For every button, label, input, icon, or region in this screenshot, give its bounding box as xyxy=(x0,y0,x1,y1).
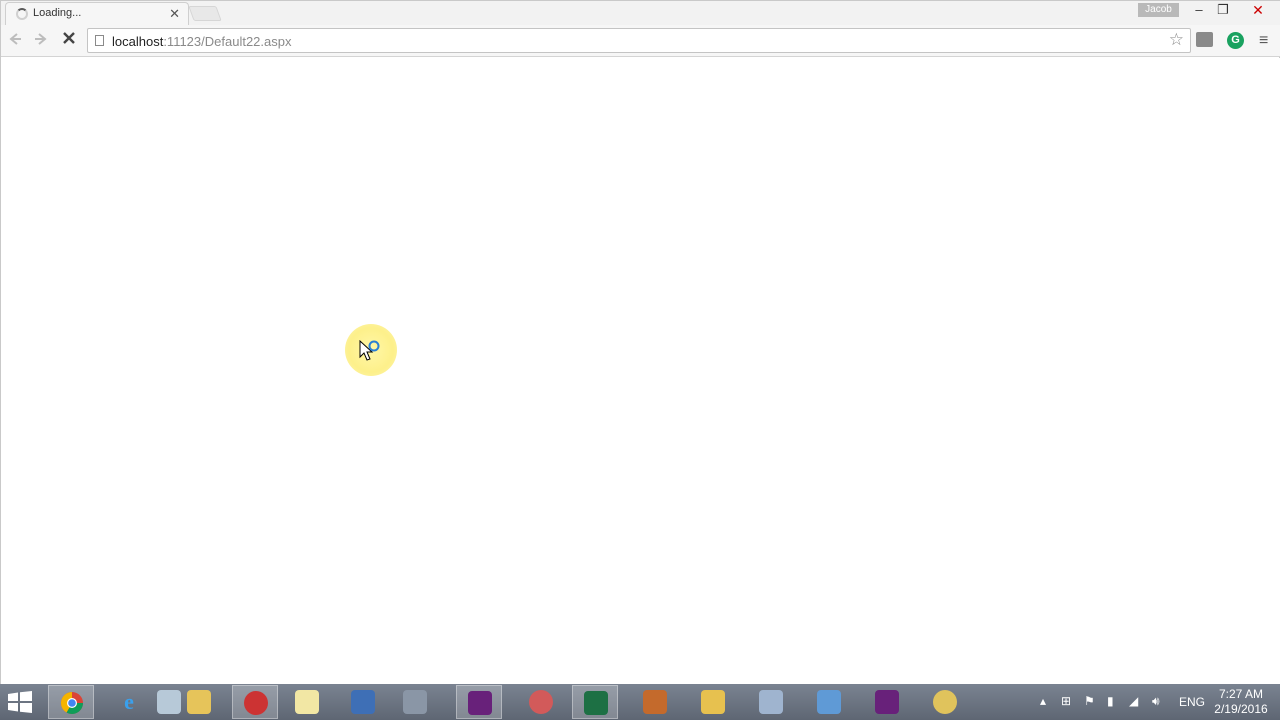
excel-icon xyxy=(584,691,608,715)
taskbar-excel[interactable] xyxy=(572,685,618,719)
grammarly-extension-icon[interactable]: G xyxy=(1227,32,1244,49)
windows-flag-icon[interactable]: ⊞ xyxy=(1061,694,1071,708)
chrome-icon xyxy=(61,692,83,714)
internet-explorer-icon: e xyxy=(124,689,134,714)
windows-taskbar: e ▴ ⊞ ⚑ ▮ ◢ 🔊︎ ENG 7:27 AM 2/19/2016 xyxy=(0,684,1280,720)
explorer-icon xyxy=(701,690,725,714)
tab-title: Loading... xyxy=(33,7,82,19)
stop-x-icon[interactable] xyxy=(58,31,80,51)
page-icon xyxy=(95,35,104,46)
extension-icon[interactable] xyxy=(1196,32,1213,47)
tab-close-icon[interactable]: ✕ xyxy=(169,6,180,22)
folder-icon xyxy=(187,690,211,714)
taskbar-visual-studio-2[interactable] xyxy=(864,685,910,719)
network-icon[interactable]: ◢ xyxy=(1129,694,1138,708)
clock-date: 2/19/2016 xyxy=(1214,702,1268,716)
taskbar-bridge-app[interactable] xyxy=(632,685,678,719)
notepad-icon xyxy=(295,690,319,714)
url-text[interactable]: localhost:11123/Default22.aspx xyxy=(112,34,291,49)
address-bar[interactable]: localhost:11123/Default22.aspx ☆ xyxy=(87,28,1191,53)
active-tab[interactable]: Loading... ✕ xyxy=(5,2,189,25)
new-tab-button[interactable] xyxy=(188,6,222,21)
restore-button[interactable]: ❐ xyxy=(1210,1,1236,21)
file-manager-icon xyxy=(817,690,841,714)
taskbar-snipping-tool[interactable] xyxy=(518,685,564,719)
battery-icon[interactable]: ▮ xyxy=(1107,694,1114,708)
tools-icon xyxy=(403,690,427,714)
browser-window: Loading... ✕ Jacob – ❐ ✕ localhost:11123… xyxy=(0,0,1280,685)
visual-studio-icon xyxy=(468,691,492,715)
minimize-button[interactable]: – xyxy=(1186,1,1212,21)
profile-button[interactable]: Jacob xyxy=(1138,3,1179,17)
taskbar-chrome[interactable] xyxy=(48,685,94,719)
loading-spinner-icon xyxy=(16,8,28,20)
taskbar-calculator[interactable] xyxy=(748,685,794,719)
volume-icon[interactable]: 🔊︎ xyxy=(1152,694,1160,709)
forward-arrow-icon[interactable] xyxy=(30,31,52,51)
busy-cursor-icon xyxy=(359,340,380,361)
windows-start-icon[interactable] xyxy=(6,691,34,713)
snipping-tool-icon xyxy=(529,690,553,714)
close-window-button[interactable]: ✕ xyxy=(1241,1,1275,21)
media-tool-icon xyxy=(244,691,268,715)
back-arrow-icon[interactable] xyxy=(4,31,26,51)
hamburger-menu-icon[interactable]: ≡ xyxy=(1259,32,1268,50)
clock-time: 7:27 AM xyxy=(1218,687,1264,701)
taskbar-paint-2[interactable] xyxy=(922,685,968,719)
system-clock[interactable]: 7:27 AM 2/19/2016 xyxy=(1210,687,1272,717)
url-path: :11123/Default22.aspx xyxy=(163,34,292,49)
tab-strip: Loading... ✕ Jacob – ❐ ✕ xyxy=(1,1,1280,25)
bridge-app-icon xyxy=(643,690,667,714)
page-content[interactable] xyxy=(1,58,1280,685)
browser-toolbar: localhost:11123/Default22.aspx ☆ xyxy=(1,25,1280,57)
action-center-flag-icon[interactable]: ⚑ xyxy=(1084,694,1095,708)
remote-desktop-icon xyxy=(351,690,375,714)
taskbar-file-explorer[interactable] xyxy=(176,685,222,719)
taskbar-media-tool[interactable] xyxy=(232,685,278,719)
language-indicator[interactable]: ENG xyxy=(1179,695,1205,709)
url-host: localhost xyxy=(112,34,164,49)
taskbar-file-manager[interactable] xyxy=(806,685,852,719)
star-icon[interactable]: ☆ xyxy=(1169,30,1184,50)
taskbar-tools[interactable] xyxy=(392,685,438,719)
show-hidden-icons-icon[interactable]: ▴ xyxy=(1040,694,1046,708)
taskbar-notepad[interactable] xyxy=(284,685,330,719)
calculator-icon xyxy=(759,690,783,714)
palette-icon xyxy=(933,690,957,714)
taskbar-explorer-2[interactable] xyxy=(690,685,736,719)
visual-studio-icon xyxy=(875,690,899,714)
taskbar-visual-studio[interactable] xyxy=(456,685,502,719)
taskbar-remote-desktop[interactable] xyxy=(340,685,386,719)
